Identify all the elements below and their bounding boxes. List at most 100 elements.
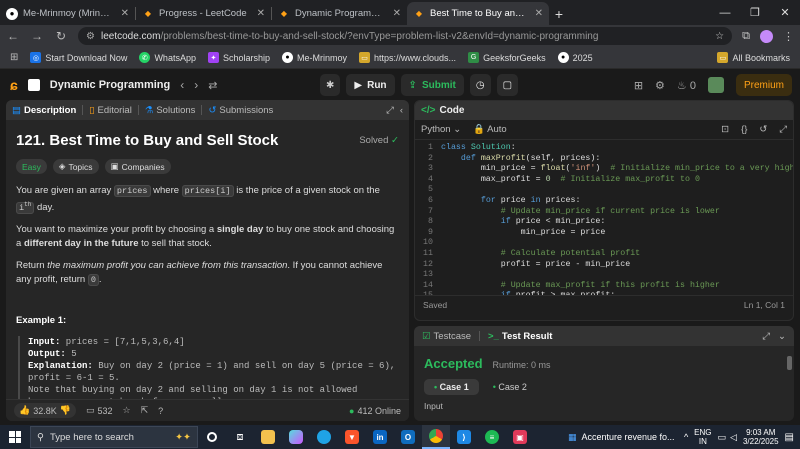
thumbs-down-icon[interactable]: 👎	[60, 405, 71, 416]
collapse-icon[interactable]: ⌄	[778, 331, 786, 342]
volume-icon[interactable]: ◁	[730, 432, 737, 443]
brave-icon[interactable]: ▼	[338, 425, 366, 449]
bookmark-label: Start Download Now	[45, 52, 128, 63]
share-icon[interactable]: ⇱	[141, 405, 149, 416]
case-2-tab[interactable]: • Case 2	[487, 379, 533, 395]
back-icon[interactable]: ←	[6, 29, 20, 43]
cortana-icon[interactable]	[198, 425, 226, 449]
problem-list-title[interactable]: Dynamic Programming	[50, 79, 170, 91]
fullscreen-icon[interactable]: ⤢	[779, 124, 787, 135]
browser-tab-active[interactable]: ◆ Best Time to Buy and Sell Stock ✕	[407, 2, 549, 25]
tab-submissions[interactable]: ↺ Submissions	[208, 105, 273, 116]
copilot-icon[interactable]	[282, 425, 310, 449]
tab-solutions[interactable]: ⚗ Solutions	[145, 105, 196, 116]
browser-tab-github[interactable]: ● Me-Mrinmoy (Mrinmoy Saman ✕	[0, 2, 135, 25]
tray-chevron-icon[interactable]: ^	[684, 432, 688, 442]
layout-icon[interactable]: ⊞	[634, 79, 643, 92]
example-explanation: Explanation: Buy on day 2 (price = 1) an…	[28, 360, 399, 384]
bookmark-clouds[interactable]: ▭ https://www.clouds...	[359, 52, 456, 63]
code-line-text: min_price = price	[441, 227, 606, 237]
linkedin-icon[interactable]: in	[366, 425, 394, 449]
taskbar-search[interactable]: ⚲ Type here to search ✦✦	[30, 426, 198, 448]
chrome-icon[interactable]	[422, 425, 450, 449]
topics-tag[interactable]: ◈ Topics	[52, 159, 99, 174]
tab-editorial[interactable]: ▯ Editorial	[89, 105, 132, 116]
extensions-icon[interactable]: ⧉	[742, 30, 750, 43]
menu-icon[interactable]: ⋮	[783, 30, 794, 43]
debug-button[interactable]: ✱	[320, 74, 341, 96]
bookmark-2025[interactable]: ● 2025	[557, 52, 593, 63]
spotify-icon[interactable]: ≡	[478, 425, 506, 449]
prev-problem-icon[interactable]: ‹	[180, 78, 184, 92]
code-editor[interactable]: 1 class Solution: 2 def maxProfit(self, p…	[415, 140, 793, 295]
scrollbar[interactable]	[787, 356, 792, 370]
collapse-icon[interactable]: ‹	[400, 105, 403, 116]
edge-icon[interactable]	[310, 425, 338, 449]
maximize-icon[interactable]: ⤢	[386, 105, 394, 116]
reload-icon[interactable]: ↻	[54, 29, 68, 43]
maximize-icon[interactable]: ⤢	[762, 331, 770, 342]
browser-tab-progress[interactable]: ◆ Progress - LeetCode ✕	[136, 2, 271, 25]
task-view-icon[interactable]: ⧈	[226, 425, 254, 449]
leetcode-logo-icon[interactable]: ɕ	[10, 77, 18, 93]
apps-icon[interactable]: ⊞	[10, 52, 18, 63]
comments-button[interactable]: ▭ 532	[86, 405, 113, 416]
windows-start-icon[interactable]	[9, 431, 21, 443]
bookmark-scholarship[interactable]: ✦ Scholarship	[207, 52, 270, 63]
close-icon[interactable]: ✕	[393, 8, 401, 19]
forward-icon[interactable]: →	[30, 29, 44, 43]
user-avatar[interactable]	[707, 77, 724, 93]
browser-tab-dp[interactable]: ◆ Dynamic Programming - LeetC ✕	[272, 2, 407, 25]
favorite-icon[interactable]: ☆	[123, 405, 131, 416]
news-widget[interactable]: ▦ Accenture revenue fo...	[568, 432, 678, 443]
reset-icon[interactable]: ↺	[759, 124, 767, 135]
site-info-icon[interactable]: ⚙	[86, 31, 95, 42]
bookmark-geeksforgeeks[interactable]: G GeeksforGeeks	[468, 52, 546, 63]
notes-icon: ▢	[502, 79, 513, 91]
vscode-icon[interactable]: ⟩	[450, 425, 478, 449]
bookmark-me-mrinmoy[interactable]: ● Me-Mrinmoy	[282, 52, 347, 63]
profile-avatar[interactable]	[760, 29, 773, 43]
like-button[interactable]: 👍 32.8K 👎	[14, 403, 76, 418]
language-select[interactable]: Python ⌄	[421, 124, 461, 135]
star-icon[interactable]: ☆	[715, 31, 724, 42]
restore-icon[interactable]: ❐	[740, 0, 770, 25]
url-bar[interactable]: ⚙ leetcode.com/problems/best-time-to-buy…	[78, 27, 733, 45]
close-window-icon[interactable]: ✕	[770, 0, 800, 25]
all-bookmarks-button[interactable]: ▭ All Bookmarks	[717, 52, 790, 63]
help-icon[interactable]: ?	[158, 406, 163, 416]
tab-test-result[interactable]: >_ Test Result	[488, 331, 552, 342]
streak-counter[interactable]: ♨ 0	[677, 79, 696, 92]
premium-button[interactable]: Premium	[735, 74, 792, 96]
submit-button[interactable]: ⇪ Submit	[400, 74, 464, 96]
companies-tag[interactable]: ▣ Companies	[104, 159, 171, 174]
close-icon[interactable]: ✕	[257, 8, 265, 19]
braces-icon[interactable]: {}	[741, 124, 747, 135]
notifications-icon[interactable]: ▤	[785, 432, 794, 443]
language-indicator[interactable]: ENG IN	[694, 428, 711, 446]
network-icon[interactable]: ▭	[718, 432, 727, 443]
next-problem-icon[interactable]: ›	[194, 78, 198, 92]
clock[interactable]: 9:03 AM 3/22/2025	[743, 428, 779, 446]
case-1-tab[interactable]: • Case 1	[424, 379, 479, 395]
tab-testcase[interactable]: ☑ Testcase	[422, 331, 471, 342]
notes-button[interactable]: ▢	[496, 74, 519, 96]
tab-description[interactable]: ▤ Description	[12, 105, 76, 116]
app-icon[interactable]: ▣	[506, 425, 534, 449]
bookmark-start-download[interactable]: ◎ Start Download Now	[30, 52, 127, 63]
shuffle-icon[interactable]: ⇄	[208, 79, 217, 92]
close-icon[interactable]: ✕	[535, 8, 543, 19]
run-button[interactable]: ▶ Run	[346, 74, 395, 96]
bookmark-icon[interactable]: ⊡	[721, 124, 729, 135]
new-tab-button[interactable]: +	[549, 2, 569, 25]
timer-button[interactable]: ◷	[469, 74, 491, 96]
outlook-icon[interactable]: O	[394, 425, 422, 449]
code-line: 1 class Solution:	[415, 143, 793, 154]
file-explorer-icon[interactable]	[254, 425, 282, 449]
close-icon[interactable]: ✕	[121, 8, 129, 19]
minimize-icon[interactable]: —	[710, 0, 740, 25]
pass-dot-icon: •	[492, 382, 496, 392]
bookmark-whatsapp[interactable]: ✆ WhatsApp	[139, 52, 196, 63]
settings-icon[interactable]: ⚙	[655, 79, 665, 92]
auto-mode[interactable]: 🔒 Auto	[473, 124, 507, 135]
